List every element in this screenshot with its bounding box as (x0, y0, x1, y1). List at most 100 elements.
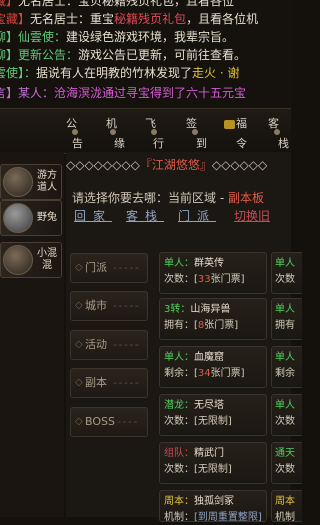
title-ornament: ◇◇◇◇◇◇◇◇ (66, 158, 140, 172)
link-inn[interactable]: 客栈 (126, 209, 164, 223)
diamond-icon: ◇ (75, 300, 83, 311)
chat-channel: 聊】 (0, 30, 19, 44)
event-card[interactable]: 潜龙：无尽塔 次数：[无限制] (159, 394, 267, 436)
bracket: ] (240, 274, 245, 285)
bracket: ] (240, 368, 245, 379)
event-card-partial[interactable]: 单人 次数 (271, 252, 302, 294)
chat-speaker: 某人： (18, 86, 55, 100)
diamond-icon: ◇ (75, 416, 83, 427)
npc-card[interactable]: 游方道人 (0, 164, 62, 200)
npc-name: 野兔 (37, 212, 57, 223)
chat-text: 建设绿色游戏环境，我辈宗旨。 (66, 30, 235, 44)
event-card[interactable]: 单人：血魔窟 剩余：[34张门票] (159, 346, 267, 388)
event-count-label: 剩余： (164, 368, 194, 379)
event-card-partial[interactable]: 单人 次数 (271, 394, 302, 436)
current-region: 副本板 (227, 191, 264, 205)
event-card-partial[interactable]: 单人 拥有 (271, 298, 302, 340)
diamond-icon: ◇ (75, 262, 83, 273)
diamond-icon: ◇ (75, 377, 83, 388)
nav-inn[interactable]: 客 栈 (266, 113, 292, 151)
category-activity[interactable]: ◇ 活动 - - - - - (70, 330, 148, 360)
chat-item-link[interactable]: 秘籍残页礼包 (114, 12, 186, 26)
event-count-label: 剩余 (275, 368, 295, 379)
event-count-label: 次数： (164, 464, 194, 475)
npc-avatar (3, 203, 33, 233)
divider: - - - - (117, 415, 137, 428)
event-name: 血魔窟 (194, 352, 224, 363)
chat-speaker: 更新公告： (18, 48, 79, 62)
chat-line: 聊】更新公告：游戏公告已更新，可前往查看。 (0, 46, 246, 64)
chat-text: 据说有人在明教的竹林发现了 (36, 66, 193, 80)
nav-fly[interactable]: 飞 行 (143, 113, 169, 151)
prompt-text: 请选择你要去哪：当前区域 - (72, 191, 228, 205)
link-home[interactable]: 回家 (74, 209, 112, 223)
event-count-label: 次数 (275, 274, 295, 285)
chat-channel: 雲使】： (0, 66, 37, 80)
event-card-partial[interactable]: 单人 剩余 (271, 346, 302, 388)
category-label: 门派 (85, 261, 107, 274)
chat-channel: 聊】 (0, 48, 19, 62)
chat-channel: 藏】 (0, 0, 19, 8)
event-count-unit: 张门票 (204, 320, 235, 331)
event-count-label: 次数 (275, 416, 295, 427)
chat-item-link[interactable]: 走火 · 谢 (192, 66, 239, 80)
event-card-partial[interactable]: 周本 机制 (271, 490, 302, 522)
event-tag: 单人 (275, 304, 295, 315)
npc-avatar (3, 245, 33, 275)
category-label: 活动 (85, 338, 107, 351)
event-tag: 组队： (164, 448, 194, 459)
event-tag: 单人： (164, 258, 194, 269)
link-switch-old[interactable]: 切换旧 (234, 209, 270, 223)
category-sect[interactable]: ◇ 门派 - - - - - (70, 253, 148, 283)
event-tag: 单人 (275, 400, 295, 411)
category-boss[interactable]: ◇ BOSS - - - - (70, 407, 148, 437)
location-prompt: 请选择你要去哪：当前区域 - 副本板 (72, 190, 297, 206)
event-count-label: 次数 (275, 464, 295, 475)
chat-text: 宝贝秘籍残页礼包，且看各位 (78, 0, 235, 8)
nav-fortune[interactable]: 机 缘 (102, 113, 128, 151)
event-card[interactable]: 3转：山海异兽 拥有：[8张门票] (159, 298, 267, 340)
chat-line: 雲使】：据说有人在明教的竹林发现了走火 · 谢 (0, 64, 239, 82)
event-count-label: 次数： (164, 416, 194, 427)
chat-speaker: 仙雲使： (18, 30, 67, 44)
quick-links: 回家 客栈 门派 切换旧 (74, 208, 270, 224)
event-count-unit: 张门票 (210, 368, 241, 379)
title-bracket: 『 (139, 158, 152, 172)
npc-name: 小混混 (37, 248, 57, 271)
link-sect[interactable]: 门派 (178, 209, 216, 223)
diamond-icon: ◇ (75, 339, 83, 350)
event-tag: 3转： (164, 304, 191, 315)
nav-label-bottom: 行 (153, 137, 164, 150)
panel-title: ◇◇◇◇◇◇◇◇『江湖悠悠』◇◇◇◇◇◇ (66, 156, 291, 174)
event-tag: 单人： (164, 352, 194, 363)
category-city[interactable]: ◇ 城市 - - - - - (70, 291, 148, 321)
nav-announcement[interactable]: 公 告 (64, 113, 90, 151)
bag-icon (224, 120, 235, 129)
title-text: 江湖悠悠 (151, 158, 200, 172)
nav-checkin[interactable]: 签 到 (184, 113, 210, 151)
event-tag: 周本 (275, 496, 295, 507)
npc-card[interactable]: 野兔 (0, 200, 62, 236)
bracket: ] (234, 320, 239, 331)
travel-panel: ◇◇◇◇◇◇◇◇『江湖悠悠』◇◇◇◇◇◇ 请选择你要去哪：当前区域 - 副本板 … (66, 152, 302, 523)
event-tag: 通天 (275, 448, 295, 459)
nav-label-bottom: 告 (72, 137, 83, 150)
npc-card[interactable]: 小混混 (0, 242, 62, 278)
chat-speaker: 无名居士： (18, 0, 79, 8)
event-card[interactable]: 单人：群英传 次数：[33张门票] (159, 252, 267, 294)
event-card[interactable]: 组队：精武门 次数：[无限制] (159, 442, 267, 484)
event-count-unit: [无限制] (194, 416, 232, 427)
event-name: 精武门 (194, 448, 224, 459)
category-dungeon[interactable]: ◇ 副本 - - - - - (70, 368, 148, 398)
divider: - - - - - (113, 376, 139, 389)
divider: - - - - - (113, 299, 139, 312)
nav-label-bottom: 到 (196, 137, 207, 150)
event-card[interactable]: 周本：独孤剑冢 机制：[到周重置整限] (159, 490, 267, 523)
nav-blessing[interactable]: 福 令 (224, 113, 250, 151)
event-count: 34 (197, 368, 211, 379)
chat-speaker: 无名居士： (30, 12, 91, 26)
category-label: BOSS (85, 415, 115, 428)
nav-label-bottom: 令 (236, 137, 247, 150)
event-card-partial[interactable]: 通天 次数 (271, 442, 302, 484)
category-label: 副本 (85, 376, 107, 389)
